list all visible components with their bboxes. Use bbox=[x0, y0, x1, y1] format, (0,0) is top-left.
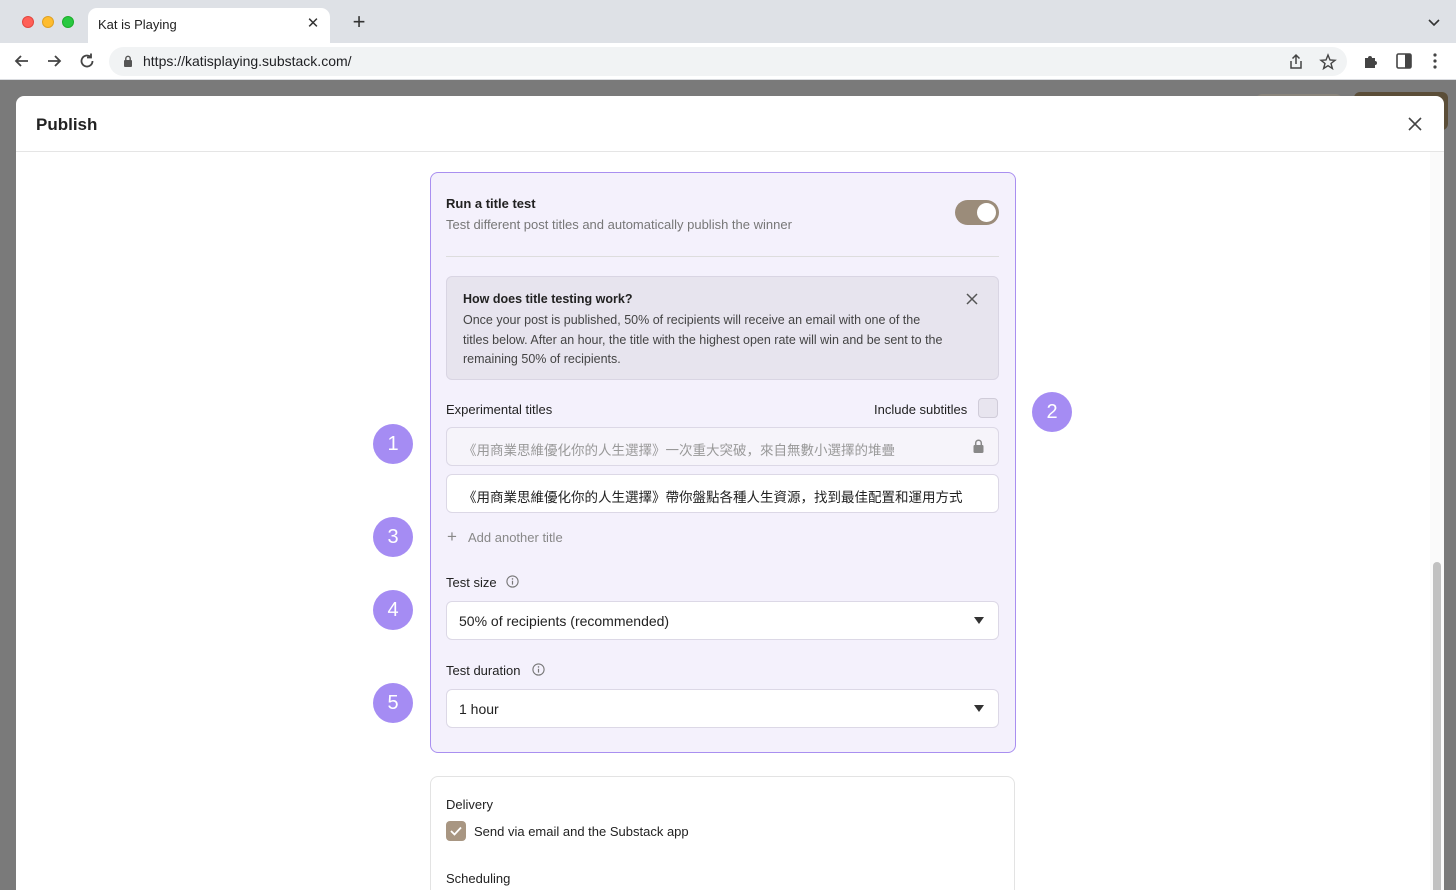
delivery-card: Delivery Send via email and the Substack… bbox=[430, 776, 1015, 890]
info-body: Once your post is published, 50% of reci… bbox=[463, 313, 943, 366]
modal-header: Publish bbox=[16, 96, 1444, 152]
test-duration-label: Test duration bbox=[446, 663, 521, 678]
share-icon[interactable] bbox=[1287, 53, 1305, 71]
info-box: How does title testing work? Once your p… bbox=[446, 276, 999, 380]
browser-tab[interactable]: Kat is Playing ✕ bbox=[88, 8, 330, 43]
forward-arrow-icon[interactable] bbox=[43, 50, 65, 72]
close-icon[interactable] bbox=[1406, 115, 1424, 133]
include-subtitles-checkbox[interactable] bbox=[978, 398, 998, 418]
lock-icon bbox=[973, 439, 984, 453]
plus-icon: + bbox=[447, 527, 457, 546]
title-test-toggle[interactable] bbox=[955, 200, 999, 225]
title-input-2[interactable]: 《用商業思維優化你的人生選擇》帶你盤點各種人生資源，找到最佳配置和運用方式 bbox=[446, 474, 999, 513]
step-badge-4: 4 bbox=[373, 590, 413, 630]
browser-menu-icon[interactable] bbox=[1426, 52, 1444, 70]
test-size-label: Test size bbox=[446, 575, 497, 590]
title-test-description: Test different post titles and automatic… bbox=[446, 217, 792, 232]
include-subtitles-label: Include subtitles bbox=[874, 402, 968, 417]
tab-search-chevron-icon[interactable] bbox=[1426, 14, 1442, 30]
bookmark-star-icon[interactable] bbox=[1319, 53, 1337, 71]
browser-toolbar: https://katisplaying.substack.com/ bbox=[0, 43, 1456, 80]
reload-icon[interactable] bbox=[76, 50, 98, 72]
toggle-knob bbox=[977, 203, 996, 222]
checkmark-icon bbox=[450, 826, 462, 836]
window-maximize-button[interactable] bbox=[62, 16, 74, 28]
step-badge-3: 3 bbox=[373, 517, 413, 557]
scheduling-label: Scheduling bbox=[446, 871, 511, 886]
step-badge-2: 2 bbox=[1032, 392, 1072, 432]
modal-title: Publish bbox=[36, 115, 98, 134]
url-text: https://katisplaying.substack.com/ bbox=[143, 53, 352, 69]
dropdown-arrow-icon bbox=[974, 705, 984, 712]
title-test-label: Run a title test bbox=[446, 196, 536, 211]
title-test-card: Run a title test Test different post tit… bbox=[430, 172, 1016, 753]
send-via-email-checkbox[interactable] bbox=[446, 821, 466, 841]
divider bbox=[446, 256, 999, 257]
extensions-puzzle-icon[interactable] bbox=[1362, 52, 1380, 70]
browser-tab-bar: Kat is Playing ✕ + bbox=[0, 0, 1456, 43]
add-another-title-label: Add another title bbox=[468, 530, 563, 545]
lock-icon bbox=[124, 55, 132, 67]
window-close-button[interactable] bbox=[22, 16, 34, 28]
title-input-text: 《用商業思維優化你的人生選擇》帶你盤點各種人生資源，找到最佳配置和運用方式 bbox=[463, 490, 963, 505]
info-title: How does title testing work? bbox=[463, 292, 633, 306]
publish-modal: Publish Run a title test Test different … bbox=[16, 96, 1444, 890]
title-input-1: 《用商業思維優化你的人生選擇》一次重大突破，來自無數小選擇的堆疊 bbox=[446, 427, 999, 466]
page-backdrop: Publish Run a title test Test different … bbox=[0, 80, 1456, 890]
test-size-select[interactable]: 50% of recipients (recommended) bbox=[446, 601, 999, 640]
tab-close-icon[interactable]: ✕ bbox=[304, 15, 322, 33]
send-via-email-label: Send via email and the Substack app bbox=[474, 824, 689, 839]
scrollbar[interactable] bbox=[1430, 152, 1444, 890]
test-duration-value: 1 hour bbox=[459, 701, 499, 717]
title-input-text: 《用商業思維優化你的人生選擇》一次重大突破，來自無數小選擇的堆疊 bbox=[463, 443, 895, 458]
test-duration-select[interactable]: 1 hour bbox=[446, 689, 999, 728]
new-tab-button[interactable]: + bbox=[348, 11, 370, 34]
tab-title: Kat is Playing bbox=[98, 17, 177, 32]
scrollbar-thumb[interactable] bbox=[1433, 562, 1441, 890]
address-bar[interactable]: https://katisplaying.substack.com/ bbox=[109, 47, 1347, 76]
window-minimize-button[interactable] bbox=[42, 16, 54, 28]
step-badge-1: 1 bbox=[373, 424, 413, 464]
dropdown-arrow-icon bbox=[974, 617, 984, 624]
back-arrow-icon[interactable] bbox=[11, 50, 33, 72]
delivery-label: Delivery bbox=[446, 797, 493, 812]
step-badge-5: 5 bbox=[373, 683, 413, 723]
info-icon[interactable] bbox=[532, 663, 545, 676]
test-size-value: 50% of recipients (recommended) bbox=[459, 613, 670, 629]
close-icon[interactable] bbox=[965, 292, 979, 306]
info-icon[interactable] bbox=[506, 575, 519, 588]
side-panel-icon[interactable] bbox=[1395, 52, 1413, 70]
experimental-titles-label: Experimental titles bbox=[446, 402, 553, 417]
